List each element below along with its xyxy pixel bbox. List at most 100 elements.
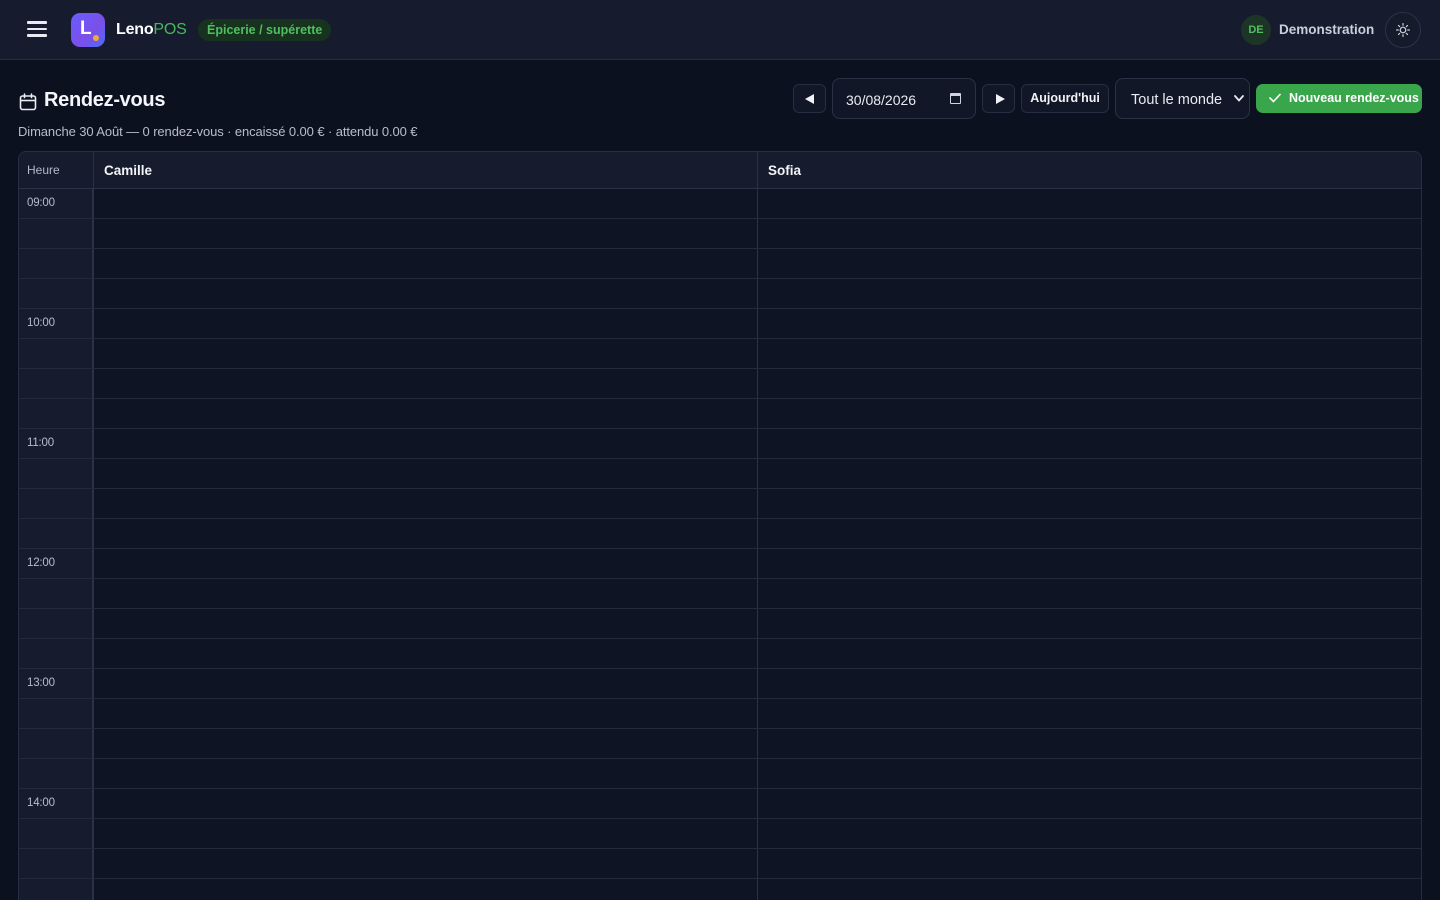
staff-filter-select[interactable]: Tout le monde — [1115, 78, 1250, 119]
time-slot-cell[interactable] — [757, 789, 1421, 818]
time-slot-cell[interactable] — [757, 189, 1421, 218]
time-slot-cell[interactable] — [93, 309, 757, 338]
time-slot-row — [19, 519, 1421, 549]
time-label: 14:00 — [27, 797, 55, 809]
time-slot-cell[interactable] — [93, 459, 757, 488]
time-slot-cell[interactable] — [757, 309, 1421, 338]
logo-dot — [93, 35, 99, 41]
time-slot-cell[interactable] — [93, 549, 757, 578]
time-slot-cell[interactable] — [757, 399, 1421, 428]
sun-icon — [1396, 23, 1410, 37]
user-avatar[interactable]: DE — [1241, 15, 1271, 45]
time-slot-row — [19, 399, 1421, 429]
time-label: 11:00 — [27, 437, 54, 449]
date-input[interactable]: 30/08/2026 — [832, 78, 976, 119]
time-slot-cell[interactable] — [757, 639, 1421, 668]
logo-letter: L — [80, 18, 92, 39]
time-label: 10:00 — [27, 317, 55, 329]
time-slot-cell[interactable] — [757, 279, 1421, 308]
time-slot-cell[interactable] — [93, 879, 757, 900]
time-slot-cell[interactable] — [757, 429, 1421, 458]
next-day-button[interactable] — [982, 84, 1015, 113]
time-slot-cell[interactable] — [93, 789, 757, 818]
calendar-icon — [19, 93, 37, 111]
time-slot-cell[interactable] — [757, 519, 1421, 548]
time-slot-cell[interactable] — [93, 279, 757, 308]
time-slot-cell[interactable] — [93, 249, 757, 278]
time-slot-cell[interactable] — [757, 759, 1421, 788]
time-slot-cell[interactable] — [93, 819, 757, 848]
time-slot-cell[interactable] — [757, 669, 1421, 698]
time-slot-row: 11:00 — [19, 429, 1421, 459]
time-slot-cell[interactable] — [757, 459, 1421, 488]
calendar-grid: Heure Camille Sofia 09:00 10:00 11:00 12:00… — [18, 151, 1422, 900]
time-slot-cell[interactable] — [93, 369, 757, 398]
calendar-picker-icon[interactable] — [950, 93, 961, 104]
hamburger-icon[interactable] — [25, 20, 49, 38]
today-button[interactable]: Aujourd'hui — [1021, 84, 1109, 113]
time-slot-cell[interactable] — [757, 609, 1421, 638]
chevron-down-icon — [1234, 95, 1244, 102]
time-slot-row — [19, 369, 1421, 399]
time-slot-cell[interactable] — [757, 339, 1421, 368]
time-slot-cell[interactable] — [93, 489, 757, 518]
time-slot-row: 09:00 — [19, 189, 1421, 219]
time-slot-cell[interactable] — [757, 699, 1421, 728]
time-slot-cell[interactable] — [757, 489, 1421, 518]
time-slot-row — [19, 729, 1421, 759]
time-slot-row: 13:00 — [19, 669, 1421, 699]
time-slot-cell[interactable] — [93, 219, 757, 248]
time-slot-cell[interactable] — [93, 579, 757, 608]
time-slot-cell[interactable] — [757, 819, 1421, 848]
time-slot-row — [19, 699, 1421, 729]
new-appointment-label: Nouveau rendez-vous — [1289, 91, 1419, 105]
time-slot-cell[interactable] — [93, 729, 757, 758]
time-slot-cell[interactable] — [757, 849, 1421, 878]
new-appointment-button[interactable]: Nouveau rendez-vous — [1256, 84, 1422, 113]
day-summary: Dimanche 30 Août — 0 rendez-vous · encai… — [18, 124, 418, 139]
time-slot-row: 14:00 — [19, 789, 1421, 819]
time-slot-cell[interactable] — [93, 519, 757, 548]
time-slot-row — [19, 219, 1421, 249]
time-slot-cell[interactable] — [757, 549, 1421, 578]
previous-day-button[interactable] — [793, 84, 826, 113]
time-slot-row — [19, 339, 1421, 369]
date-input-value: 30/08/2026 — [846, 92, 917, 108]
time-slot-cell[interactable] — [757, 579, 1421, 608]
time-slot-cell[interactable] — [93, 399, 757, 428]
time-slot-cell[interactable] — [757, 249, 1421, 278]
time-slot-row — [19, 579, 1421, 609]
time-slot-cell[interactable] — [93, 189, 757, 218]
time-slot-cell[interactable] — [757, 879, 1421, 900]
staff-filter-value: Tout le monde — [1131, 92, 1223, 108]
time-slot-cell[interactable] — [757, 369, 1421, 398]
brand-name-second: POS — [153, 21, 187, 38]
theme-toggle-button[interactable] — [1385, 12, 1421, 48]
user-name[interactable]: Demonstration — [1279, 22, 1374, 37]
time-slot-row — [19, 609, 1421, 639]
app-logo[interactable]: L — [71, 13, 105, 47]
time-slot-cell[interactable] — [757, 729, 1421, 758]
brand-name-first: Leno — [116, 21, 154, 38]
time-slot-cell[interactable] — [93, 339, 757, 368]
hour-column-header: Heure — [27, 163, 60, 177]
time-slot-cell[interactable] — [93, 609, 757, 638]
time-slot-cell[interactable] — [93, 669, 757, 698]
check-icon — [1269, 93, 1281, 103]
store-type-badge: Épicerie / supérette — [198, 19, 332, 41]
time-slot-row — [19, 819, 1421, 849]
time-slot-cell[interactable] — [93, 429, 757, 458]
time-slot-cell[interactable] — [93, 849, 757, 878]
time-slot-cell[interactable] — [93, 639, 757, 668]
time-slot-row — [19, 279, 1421, 309]
page-title: Rendez-vous — [44, 89, 166, 111]
time-label: 13:00 — [27, 677, 55, 689]
time-slot-cell[interactable] — [757, 219, 1421, 248]
time-slot-row — [19, 759, 1421, 789]
time-slot-cell[interactable] — [93, 759, 757, 788]
time-slot-row: 12:00 — [19, 549, 1421, 579]
time-slot-row — [19, 639, 1421, 669]
time-slot-cell[interactable] — [93, 699, 757, 728]
top-bar: L LenoPOS Épicerie / supérette DE Demons… — [0, 0, 1440, 60]
brand-name: LenoPOS — [116, 21, 187, 39]
